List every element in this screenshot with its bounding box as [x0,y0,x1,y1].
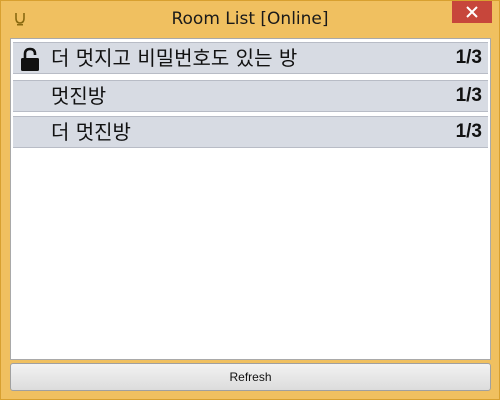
room-row[interactable]: 더 멋지고 비밀번호도 있는 방 1/3 [13,42,488,74]
close-button[interactable] [452,1,492,23]
refresh-button[interactable]: Refresh [10,363,491,391]
room-name: 더 멋진방 [51,120,131,144]
lock-icon [21,47,39,71]
room-player-count: 1/3 [455,85,482,106]
title-bar[interactable]: Room List [Online] [1,1,499,37]
room-row[interactable]: 멋진방 1/3 [13,80,488,112]
window-title: Room List [Online] [171,9,329,29]
room-list-window: Room List [Online] 더 멋지고 비밀번호도 있는 방 1/3 … [0,0,500,400]
room-player-count: 1/3 [455,47,482,68]
room-name: 더 멋지고 비밀번호도 있는 방 [51,46,298,70]
room-list[interactable]: 더 멋지고 비밀번호도 있는 방 1/3 멋진방 1/3 더 멋진방 1/3 [10,38,491,360]
room-row[interactable]: 더 멋진방 1/3 [13,116,488,148]
close-icon [466,6,478,18]
room-player-count: 1/3 [455,121,482,142]
room-name: 멋진방 [51,84,107,108]
